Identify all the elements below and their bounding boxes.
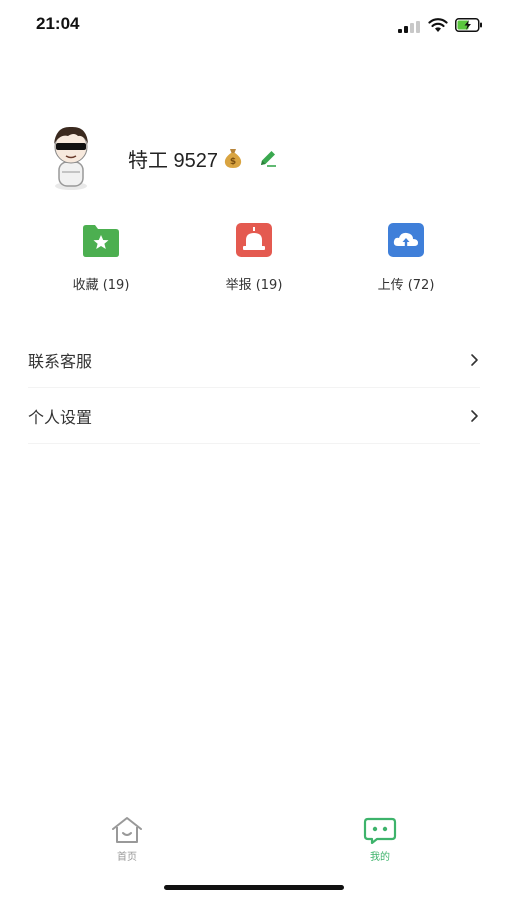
smiley-chat-icon — [363, 817, 397, 844]
username: 特工 9527 — [128, 149, 219, 172]
tab-mine-label: 我的 — [370, 852, 390, 863]
tab-home-label: 首页 — [117, 852, 137, 863]
tab-bar: 首页 我的 — [0, 810, 507, 870]
menu-item-personal-settings[interactable]: 个人设置 — [28, 388, 480, 444]
edit-pencil-icon[interactable] — [258, 148, 278, 168]
menu-item-label: 联系客服 — [28, 351, 93, 371]
cloud-upload-icon — [388, 223, 424, 257]
avatar[interactable] — [40, 122, 102, 192]
status-bar: 21:04 — [0, 0, 507, 50]
favorites-label: 收藏 (19) — [72, 278, 130, 293]
tab-home[interactable]: 首页 — [97, 816, 157, 863]
wifi-icon — [428, 18, 448, 32]
svg-text:$: $ — [230, 157, 236, 167]
chevron-right-icon — [471, 409, 478, 422]
upload-label: 上传 (72) — [377, 278, 435, 293]
alarm-icon — [236, 223, 272, 257]
home-indicator[interactable] — [164, 885, 344, 890]
money-bag-icon: $ — [224, 149, 242, 168]
action-grid: 收藏 (19) 举报 (19) 上传 (72) — [0, 222, 507, 293]
favorites-button[interactable]: 收藏 (19) — [51, 222, 151, 293]
menu-item-contact-support[interactable]: 联系客服 — [28, 332, 480, 388]
menu-item-label: 个人设置 — [28, 407, 93, 427]
settings-menu: 联系客服 个人设置 — [28, 332, 480, 444]
folder-star-icon — [83, 225, 119, 257]
chevron-right-icon — [471, 353, 478, 366]
tab-mine[interactable]: 我的 — [350, 816, 410, 863]
upload-button[interactable]: 上传 (72) — [356, 222, 456, 293]
report-label: 举报 (19) — [225, 278, 283, 293]
username-row: 特工 9527 $ — [128, 146, 278, 172]
home-icon — [112, 817, 142, 843]
status-time: 21:04 — [36, 14, 80, 33]
signal-icon — [398, 21, 420, 33]
report-button[interactable]: 举报 (19) — [204, 222, 304, 293]
battery-icon — [455, 18, 482, 32]
